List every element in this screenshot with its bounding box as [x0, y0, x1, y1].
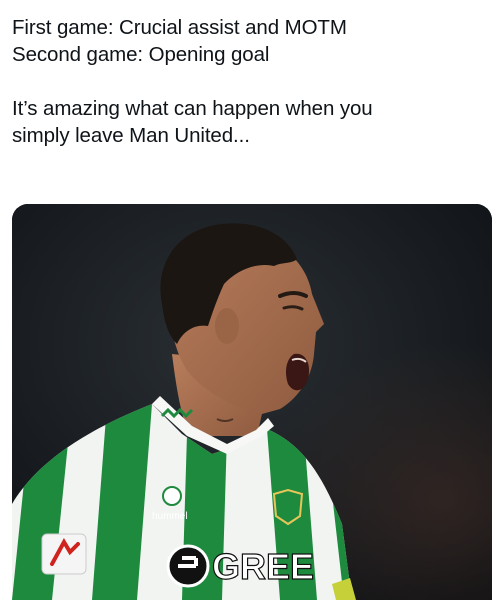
tweet-post: First game: Crucial assist and MOTM Seco… [0, 0, 503, 600]
player-photo: hummel GREE [12, 204, 492, 600]
post-line-4: simply leave Man United... [12, 124, 250, 147]
post-image[interactable]: hummel GREE [12, 204, 492, 600]
post-line-3: It’s amazing what can happen when you [12, 97, 373, 120]
post-text: First game: Crucial assist and MOTM Seco… [12, 14, 492, 149]
svg-text:hummel: hummel [152, 511, 188, 522]
post-line-2: Second game: Opening goal [12, 43, 270, 66]
sponsor-logo: GREE [166, 544, 315, 588]
svg-text:GREE: GREE [212, 546, 314, 587]
post-line-1: First game: Crucial assist and MOTM [12, 16, 347, 39]
